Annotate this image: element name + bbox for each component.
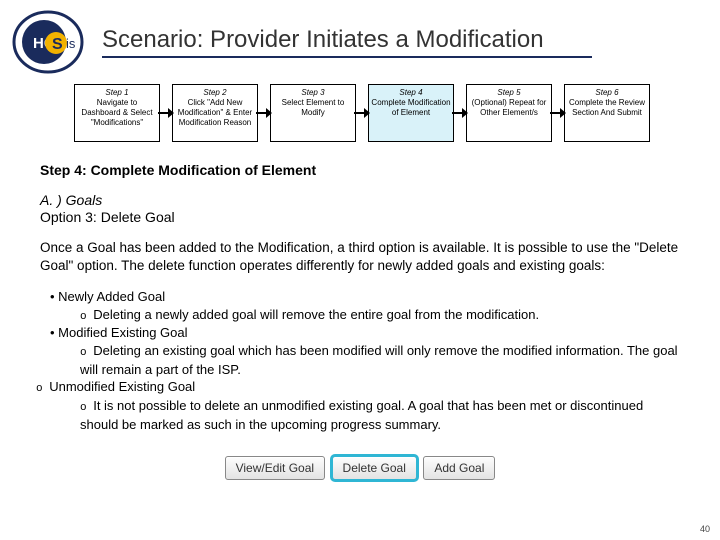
arrow-icon <box>550 108 566 118</box>
step-desc: Click "Add New Modification" & Enter Mod… <box>175 98 255 128</box>
step-desc: Complete the Review Section And Submit <box>567 98 647 118</box>
list-item: Modified Existing Goal <box>50 324 680 342</box>
delete-goal-button: Delete Goal <box>332 456 417 480</box>
list-item: Deleting a newly added goal will remove … <box>50 306 680 325</box>
step-desc: (Optional) Repeat for Other Element/s <box>469 98 549 118</box>
list-item: Deleting an existing goal which has been… <box>50 342 680 378</box>
list-item: Newly Added Goal <box>50 288 680 306</box>
step-number: Step 6 <box>567 88 647 98</box>
bullet-list: Newly Added Goal Deleting a newly added … <box>0 274 720 434</box>
arrow-icon <box>158 108 174 118</box>
title-area: Scenario: Provider Initiates a Modificat… <box>84 26 720 58</box>
step-4-box: Step 4 Complete Modification of Element <box>368 84 454 142</box>
title-underline <box>102 56 592 58</box>
svg-text:is: is <box>66 36 76 51</box>
add-goal-button: Add Goal <box>423 456 495 480</box>
step-desc: Complete Modification of Element <box>371 98 451 118</box>
intro-paragraph: Once a Goal has been added to the Modifi… <box>0 225 720 274</box>
step-6-box: Step 6 Complete the Review Section And S… <box>564 84 650 142</box>
step-desc: Select Element to Modify <box>273 98 353 118</box>
view-edit-goal-button: View/Edit Goal <box>225 456 326 480</box>
step-number: Step 2 <box>175 88 255 98</box>
step-number: Step 1 <box>77 88 157 98</box>
subheading-goals: A. ) Goals <box>0 178 720 208</box>
button-screenshot: View/Edit Goal Delete Goal Add Goal <box>0 434 720 480</box>
arrow-icon <box>452 108 468 118</box>
arrow-icon <box>256 108 272 118</box>
step-number: Step 4 <box>371 88 451 98</box>
list-item: It is not possible to delete an unmodifi… <box>50 397 680 433</box>
step-5-box: Step 5 (Optional) Repeat for Other Eleme… <box>466 84 552 142</box>
step-1-box: Step 1 Navigate to Dashboard & Select "M… <box>74 84 160 142</box>
step-3-box: Step 3 Select Element to Modify <box>270 84 356 142</box>
list-item: Unmodified Existing Goal <box>36 378 680 397</box>
option-label: Option 3: Delete Goal <box>0 208 720 225</box>
svg-text:S: S <box>52 36 63 53</box>
arrow-icon <box>354 108 370 118</box>
step-desc: Navigate to Dashboard & Select "Modifica… <box>77 98 157 128</box>
page-title: Scenario: Provider Initiates a Modificat… <box>102 26 720 56</box>
step-number: Step 5 <box>469 88 549 98</box>
steps-flow: Step 1 Navigate to Dashboard & Select "M… <box>0 74 720 142</box>
section-heading: Step 4: Complete Modification of Element <box>0 142 720 178</box>
hcsis-logo: HC S is <box>12 10 84 74</box>
step-2-box: Step 2 Click "Add New Modification" & En… <box>172 84 258 142</box>
header: HC S is Scenario: Provider Initiates a M… <box>0 0 720 74</box>
step-number: Step 3 <box>273 88 353 98</box>
page-number: 40 <box>700 524 710 534</box>
